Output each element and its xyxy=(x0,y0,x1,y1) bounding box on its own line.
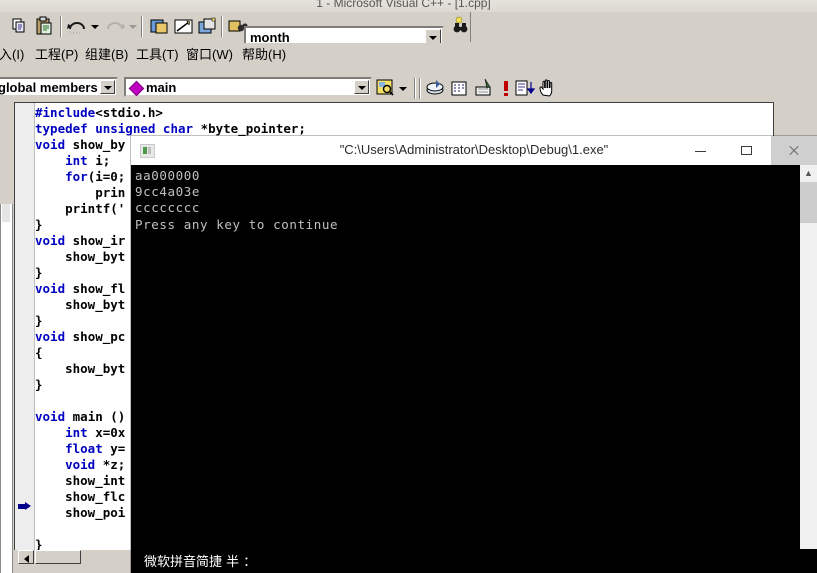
console-maximize-button[interactable] xyxy=(724,136,770,165)
output-button[interactable] xyxy=(172,15,196,38)
ime-status-text: 微软拼音简捷 半 ： xyxy=(144,555,257,570)
menu-window[interactable]: 窗口(W) xyxy=(183,46,236,64)
editor-gutter[interactable] xyxy=(15,103,35,561)
console-body[interactable]: aa000000 9cc4a03e cccccccc Press any key… xyxy=(131,165,817,573)
find-combo-arrow[interactable] xyxy=(425,29,441,44)
menu-tools[interactable]: 工具(T) xyxy=(133,46,182,64)
menu-project[interactable]: 工程(P) xyxy=(32,46,81,64)
search-button[interactable] xyxy=(450,15,474,38)
toolbar-separator xyxy=(60,16,62,37)
undo-dropdown-arrow[interactable] xyxy=(88,15,100,38)
wizard-bar xyxy=(0,70,817,102)
console-vertical-scrollbar[interactable]: ▲ ▼ xyxy=(800,165,817,573)
wizardbar-separator-2 xyxy=(419,78,421,99)
step-button[interactable] xyxy=(513,77,537,100)
scrollbar-thumb[interactable] xyxy=(35,550,81,564)
console-output: aa000000 9cc4a03e cccccccc Press any key… xyxy=(135,168,339,232)
workspace-button[interactable] xyxy=(148,15,172,38)
menu-help[interactable]: 帮助(H) xyxy=(239,46,289,64)
workspace-pane-strip[interactable] xyxy=(0,204,13,573)
menu-build[interactable]: 组建(B) xyxy=(82,46,131,64)
toolbar-separator-3 xyxy=(221,16,223,37)
code-line: typedef unsigned char *byte_pointer; xyxy=(35,121,306,136)
code-line: #include<stdio.h> xyxy=(35,105,163,120)
console-minimize-button[interactable] xyxy=(678,136,724,165)
member-diamond-icon xyxy=(128,80,145,97)
ime-status-bar: 微软拼音简捷 半 ： xyxy=(131,549,817,573)
function-combo-value: main xyxy=(146,80,177,95)
scroll-up-icon[interactable]: ▲ xyxy=(800,165,817,182)
menu-insert[interactable]: 入(I) xyxy=(0,46,27,64)
function-combo-arrow[interactable] xyxy=(354,80,369,94)
redo-button[interactable] xyxy=(103,15,127,38)
window-title-bar: 1 - Microsoft Visual C++ - [1.cpp] xyxy=(0,0,817,12)
build-button[interactable] xyxy=(448,77,472,100)
toolbar-empty-area xyxy=(472,12,817,42)
menu-bar: 入(I) 工程(P) 组建(B) 工具(T) 窗口(W) 帮助(H) xyxy=(0,43,817,68)
members-combo-value: global members xyxy=(0,80,98,95)
members-combo-arrow[interactable] xyxy=(100,80,115,94)
standard-toolbar: month xyxy=(0,12,817,47)
copy-button[interactable] xyxy=(8,15,32,38)
console-window[interactable]: "C:\Users\Administrator\Desktop\Debug\1.… xyxy=(131,136,817,573)
current-statement-arrow-icon xyxy=(18,502,31,511)
wizardbar-dropdown-arrow[interactable] xyxy=(396,77,408,100)
hand-button[interactable] xyxy=(536,77,560,100)
console-scrollbar-thumb[interactable] xyxy=(800,182,817,223)
wizardbar-separator xyxy=(414,78,416,99)
workspace-pane-tab[interactable] xyxy=(2,204,10,222)
toolbar-separator-2 xyxy=(141,16,143,37)
members-combo[interactable]: global members xyxy=(0,77,118,97)
screen: 1 - Microsoft Visual C++ - [1.cpp] month… xyxy=(0,0,817,573)
stop-build-button[interactable] xyxy=(472,77,496,100)
undo-button[interactable] xyxy=(65,15,89,38)
wizardbar-action-button[interactable] xyxy=(374,77,398,100)
redo-dropdown-arrow[interactable] xyxy=(126,15,138,38)
console-title-bar[interactable]: "C:\Users\Administrator\Desktop\Debug\1.… xyxy=(131,136,817,166)
scroll-left-button[interactable] xyxy=(18,550,34,564)
compile-button[interactable] xyxy=(424,77,448,100)
paste-button[interactable] xyxy=(33,15,57,38)
function-combo[interactable]: main xyxy=(124,77,372,97)
window-list-button[interactable] xyxy=(196,15,220,38)
console-close-button[interactable] xyxy=(771,136,817,165)
window-title: 1 - Microsoft Visual C++ - [1.cpp] xyxy=(316,0,491,10)
